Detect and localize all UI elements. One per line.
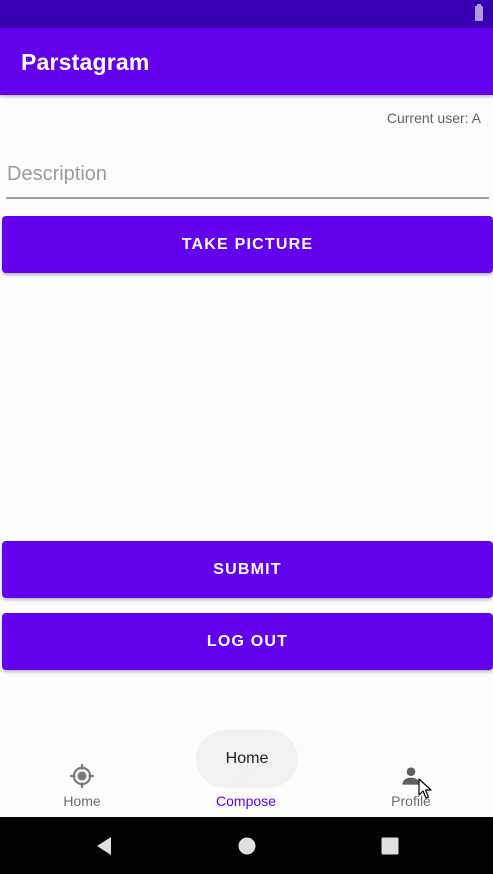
nav-label-profile: Profile (391, 793, 431, 809)
mouse-cursor-icon (418, 778, 432, 799)
battery-icon (475, 4, 483, 21)
home-crosshair-icon (70, 764, 94, 788)
app-title: Parstagram (21, 49, 150, 75)
nav-label-home: Home (63, 793, 101, 809)
nav-item-home[interactable]: Home (0, 743, 164, 817)
logout-button[interactable]: LOG OUT (2, 613, 493, 670)
status-bar (0, 0, 493, 28)
home-tooltip: Home (196, 730, 298, 788)
system-navigation-bar (0, 817, 493, 874)
recents-square-icon[interactable] (378, 834, 402, 858)
submit-button[interactable]: SUBMIT (2, 541, 493, 598)
current-user-label: Current user: A (386, 110, 481, 126)
home-circle-icon[interactable] (235, 834, 259, 858)
nav-label-compose: Compose (216, 793, 276, 809)
back-triangle-icon[interactable] (92, 834, 116, 858)
take-picture-button[interactable]: TAKE PICTURE (2, 216, 493, 273)
app-bar: Parstagram (0, 28, 493, 95)
nav-item-profile[interactable]: Profile (329, 743, 493, 817)
description-input[interactable] (6, 152, 489, 199)
